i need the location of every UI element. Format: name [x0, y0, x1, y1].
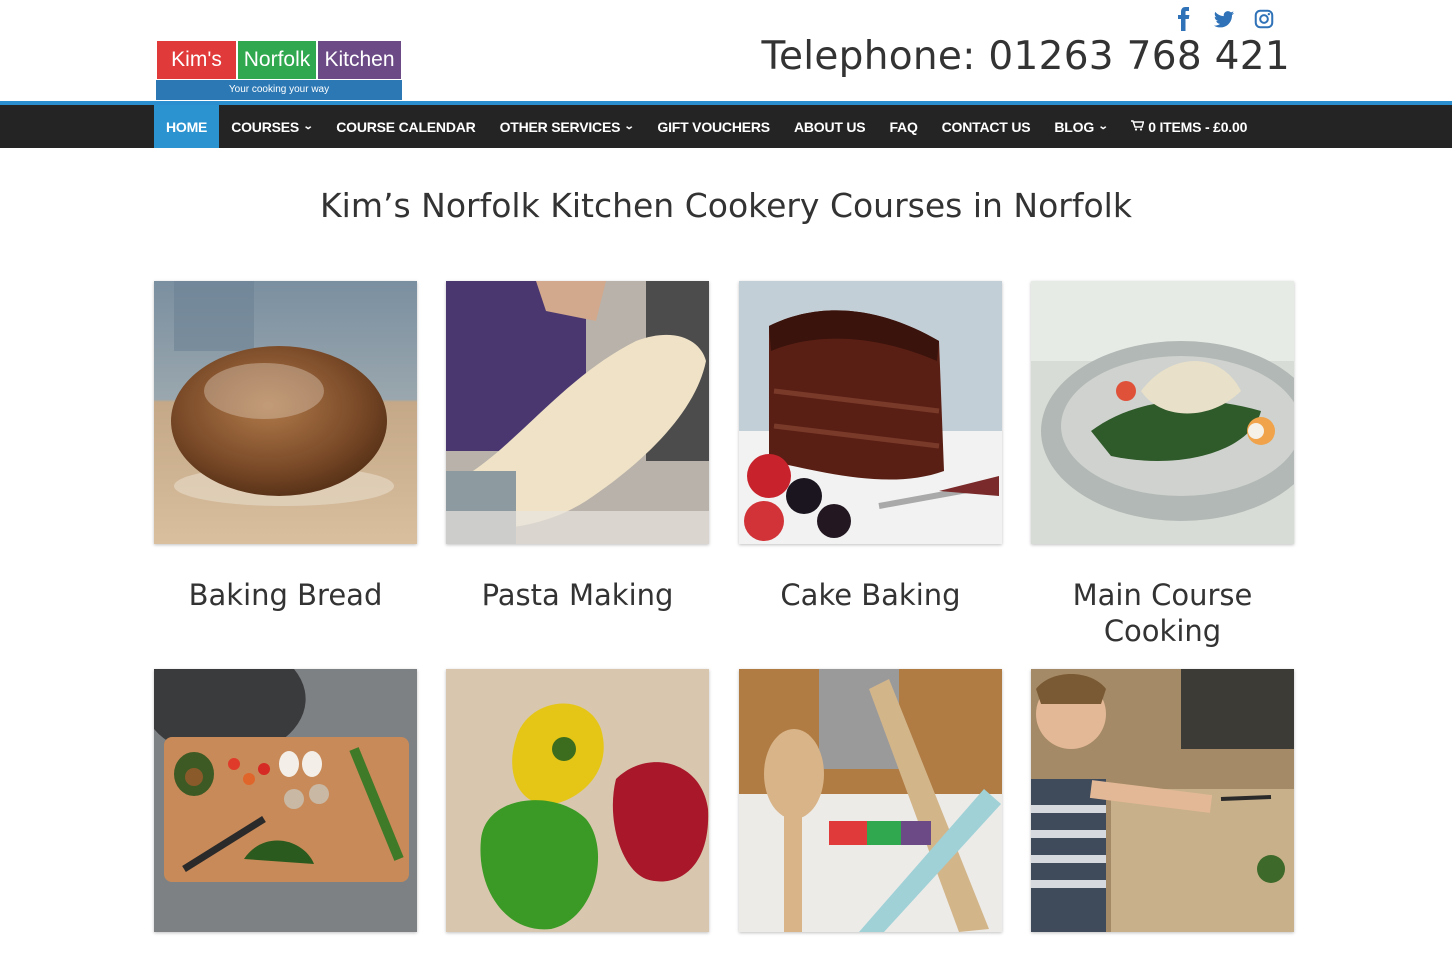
nav-about-us[interactable]: ABOUT US [782, 105, 878, 148]
logo-part-norfolk: Norfolk [237, 40, 317, 80]
nav-home-label: HOME [166, 118, 208, 135]
nav-cart[interactable]: 0 ITEMS - £0.00 [1119, 105, 1259, 148]
logo-tagline: Your cooking your way [156, 80, 402, 100]
nav-courses[interactable]: COURSES ⌄ [219, 105, 324, 148]
nav-cart-label: 0 ITEMS - £0.00 [1148, 118, 1248, 135]
nav-contact-us[interactable]: CONTACT US [930, 105, 1043, 148]
course-image-bread[interactable] [154, 281, 417, 544]
chevron-down-icon: ⌄ [623, 121, 635, 132]
course-image-utensils[interactable] [739, 669, 1002, 932]
nav-other-services-label: OTHER SERVICES [499, 118, 621, 135]
facebook-icon[interactable] [1173, 6, 1195, 32]
course-image-pasta[interactable] [446, 281, 709, 544]
nav-contact-us-label: CONTACT US [941, 118, 1031, 135]
nav-faq[interactable]: FAQ [877, 105, 929, 148]
course-card[interactable]: Main Course Cooking [1031, 281, 1294, 649]
site-logo[interactable]: Kim's Norfolk Kitchen Your cooking your … [156, 40, 402, 100]
nav-gift-vouchers[interactable]: GIFT VOUCHERS [645, 105, 782, 148]
nav-blog[interactable]: BLOG ⌄ [1042, 105, 1119, 148]
instagram-icon[interactable] [1253, 6, 1275, 32]
course-card[interactable] [1031, 669, 1294, 932]
main-navigation: HOME COURSES ⌄ COURSE CALENDAR OTHER SERV… [0, 105, 1452, 148]
course-title[interactable]: Baking Bread [154, 577, 417, 613]
nav-course-calendar[interactable]: COURSE CALENDAR [324, 105, 487, 148]
nav-home[interactable]: HOME [154, 105, 220, 148]
twitter-icon[interactable] [1213, 6, 1235, 32]
telephone-number: Telephone: 01263 768 421 [761, 34, 1290, 79]
course-image-main-course[interactable] [1031, 281, 1294, 544]
course-title[interactable]: Main Course Cooking [1031, 577, 1294, 649]
course-card[interactable] [739, 669, 1002, 932]
social-links [1173, 6, 1275, 32]
course-title[interactable]: Pasta Making [446, 577, 709, 613]
course-image-child-cooking[interactable] [1031, 669, 1294, 932]
course-card[interactable]: Pasta Making [446, 281, 709, 613]
site-header: Kim's Norfolk Kitchen Your cooking your … [0, 0, 1452, 101]
nav-blog-label: BLOG [1054, 118, 1095, 135]
nav-course-calendar-label: COURSE CALENDAR [336, 118, 476, 135]
course-image-chopping-board[interactable] [154, 669, 417, 932]
nav-other-services[interactable]: OTHER SERVICES ⌄ [488, 105, 646, 148]
page-title: Kim’s Norfolk Kitchen Cookery Courses in… [320, 186, 1132, 225]
course-card[interactable] [446, 669, 709, 932]
nav-faq-label: FAQ [889, 118, 918, 135]
chevron-down-icon: ⌄ [302, 121, 314, 132]
chevron-down-icon: ⌄ [1097, 121, 1109, 132]
logo-part-kims: Kim's [156, 40, 237, 80]
logo-part-kitchen: Kitchen [317, 40, 402, 80]
nav-gift-vouchers-label: GIFT VOUCHERS [657, 118, 770, 135]
course-card[interactable]: Cake Baking [739, 281, 1002, 613]
cart-icon [1131, 119, 1145, 134]
course-card[interactable]: Baking Bread [154, 281, 417, 613]
course-title[interactable]: Cake Baking [739, 577, 1002, 613]
course-card[interactable] [154, 669, 417, 932]
course-image-peppers[interactable] [446, 669, 709, 932]
course-image-cake[interactable] [739, 281, 1002, 544]
nav-courses-label: COURSES [231, 118, 300, 135]
nav-about-us-label: ABOUT US [793, 118, 866, 135]
